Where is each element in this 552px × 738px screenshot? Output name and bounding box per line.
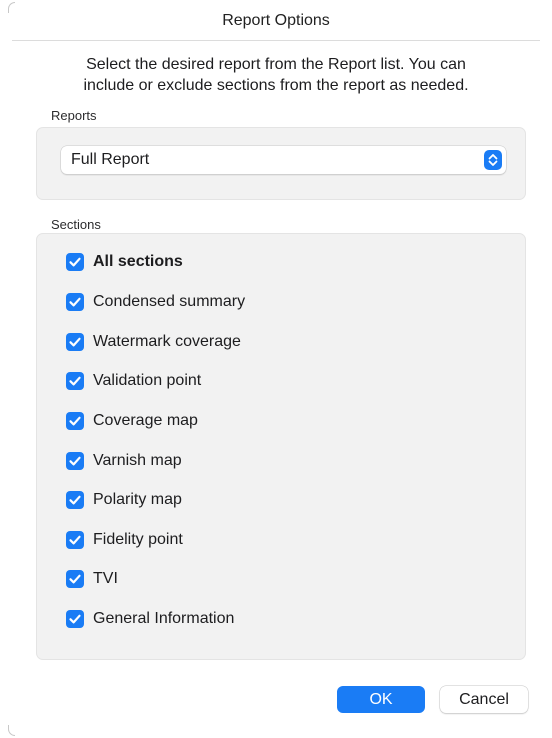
checkmark-icon [66,372,84,390]
report-options-dialog: Report Options Select the desired report… [0,0,552,738]
section-label: Validation point [93,372,202,389]
checkmark-icon [66,570,84,588]
report-select[interactable]: Full Report [61,146,506,174]
section-label: All sections [93,253,183,270]
checkmark-icon [66,452,84,470]
checkmark-icon [66,531,84,549]
title-divider [12,40,540,41]
instructions-line: include or exclude sections from the rep… [83,77,469,94]
section-label: Varnish map [93,452,182,469]
sections-panel: All sections Condensed summary Watermark… [36,233,526,660]
sections-group-label: Sections [51,217,101,232]
cancel-button[interactable]: Cancel [440,686,528,713]
section-label: Fidelity point [93,531,183,548]
report-select-value: Full Report [71,151,150,168]
chevron-up-down-icon [484,150,502,170]
checkmark-icon [66,412,84,430]
section-label: Condensed summary [93,293,246,310]
section-label: Watermark coverage [93,333,241,350]
window-title: Report Options [222,12,330,29]
checkmark-icon [66,610,84,628]
reports-panel: Full Report [36,127,526,200]
section-label: Coverage map [93,412,198,429]
section-label: General Information [93,610,235,627]
checkmark-icon [66,253,84,271]
ok-button[interactable]: OK [337,686,425,713]
instructions-line: Select the desired report from the Repor… [86,56,466,73]
checkmark-icon [66,293,84,311]
instructions-text: Select the desired report from the Repor… [40,54,512,96]
section-label: Polarity map [93,491,182,508]
checkmark-icon [66,333,84,351]
checkmark-icon [66,491,84,509]
section-label: TVI [93,570,118,587]
window-corner [8,725,15,736]
reports-group-label: Reports [51,108,97,123]
